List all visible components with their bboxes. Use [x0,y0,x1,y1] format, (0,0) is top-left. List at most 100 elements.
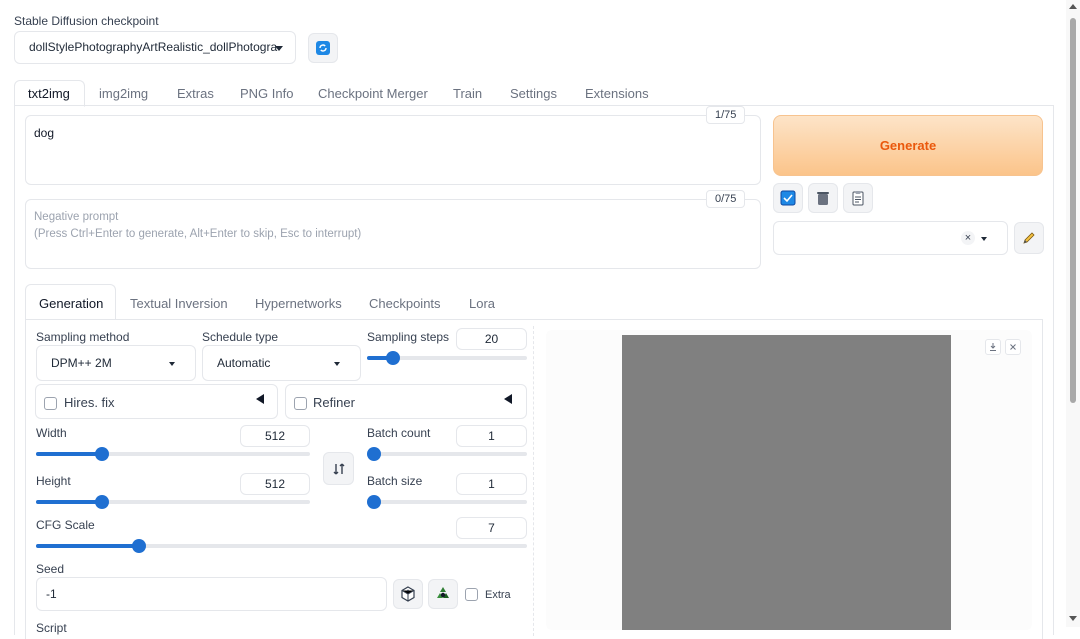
cfg-scale-slider[interactable] [36,539,527,553]
negative-prompt-input[interactable]: Negative prompt (Press Ctrl+Enter to gen… [25,199,761,269]
tab-txt2img-label: txt2img [28,86,70,101]
subtab-lora[interactable]: Lora [469,296,495,311]
batch-size-slider[interactable] [367,495,527,509]
reuse-seed-button[interactable] [428,579,458,609]
output-image[interactable] [622,335,951,630]
paste-button[interactable] [843,183,873,213]
slider-fill [36,500,102,504]
collapse-arrow-icon[interactable] [256,394,264,404]
chevron-down-icon [981,237,987,241]
negative-prompt-token-counter: 0/75 [706,190,746,208]
sampling-method-value: DPM++ 2M [51,356,112,370]
subtab-textual-inversion[interactable]: Textual Inversion [130,296,228,311]
main-tabbar: txt2img img2img Extras PNG Info Checkpoi… [14,80,1054,107]
prompt-token-counter: 1/75 [706,106,746,124]
edit-styles-button[interactable] [1014,222,1044,254]
height-slider[interactable] [36,495,310,509]
tab-settings[interactable]: Settings [510,86,557,101]
checkpoint-value: dollStylePhotographyArtRealistic_dollPho… [29,40,278,54]
batch-count-slider[interactable] [367,447,527,461]
close-gallery-button[interactable] [1005,339,1021,355]
refresh-icon [316,41,330,55]
extra-seed-label: Extra [485,589,511,601]
script-label: Script [36,621,67,635]
schedule-type-value: Automatic [217,356,271,370]
styles-dropdown[interactable]: × [773,221,1008,255]
collapse-arrow-icon[interactable] [504,394,512,404]
subtab-generation-label: Generation [39,296,104,311]
slider-handle[interactable] [132,539,147,553]
scrollbar-thumb[interactable] [1070,18,1076,403]
tab-extras[interactable]: Extras [177,86,214,101]
sampling-method-select[interactable]: DPM++ 2M [36,345,196,381]
chevron-down-icon [169,362,175,366]
tab-png-info[interactable]: PNG Info [240,86,293,101]
dice-icon [401,586,415,602]
sampling-method-label: Sampling method [36,330,130,344]
generate-button[interactable]: Generate [773,115,1043,176]
batch-size-label: Batch size [367,474,423,488]
pencil-icon [1023,232,1035,244]
clear-prompt-button[interactable] [808,183,838,213]
hires-fix-checkbox[interactable] [44,397,57,410]
subtab-hypernetworks[interactable]: Hypernetworks [255,296,342,311]
height-label: Height [36,474,71,488]
width-label: Width [36,426,67,440]
schedule-type-label: Schedule type [202,330,279,344]
slider-handle[interactable] [367,447,381,461]
seed-label: Seed [36,562,65,576]
sampling-steps-label: Sampling steps [367,330,450,344]
hires-fix-accordion[interactable]: Hires. fix [35,384,278,419]
prompt-input[interactable]: dog [25,115,761,185]
refresh-checkpoint-button[interactable] [308,33,338,63]
tab-img2img[interactable]: img2img [99,86,148,101]
generate-label: Generate [879,138,937,153]
scrollbar-track[interactable] [1066,0,1080,627]
tab-extensions[interactable]: Extensions [585,86,649,101]
slider-fill [36,452,102,456]
apply-styles-button[interactable] [773,183,803,213]
height-input[interactable]: 512 [240,473,310,495]
refiner-checkbox[interactable] [294,397,307,410]
tab-checkpoint-merger[interactable]: Checkpoint Merger [318,86,428,101]
cfg-scale-input[interactable]: 7 [456,517,527,539]
checkpoint-label: Stable Diffusion checkpoint [14,14,159,28]
recycle-icon [437,587,449,598]
width-slider[interactable] [36,447,310,461]
batch-count-input[interactable]: 1 [456,425,527,447]
checkpoint-select[interactable]: dollStylePhotographyArtRealistic_dollPho… [14,31,296,64]
batch-count-label: Batch count [367,426,431,440]
download-button[interactable] [985,339,1001,355]
chevron-down-icon [334,362,340,366]
schedule-type-select[interactable]: Automatic [202,345,361,381]
swap-dimensions-button[interactable] [323,452,354,485]
slider-fill [36,544,140,548]
batch-size-input[interactable]: 1 [456,473,527,495]
seed-input[interactable]: -1 [36,577,387,611]
sub-tabbar: Generation Textual Inversion Hypernetwor… [25,284,1043,320]
seed-value: -1 [46,587,57,601]
refiner-accordion[interactable]: Refiner [285,384,527,419]
random-seed-button[interactable] [393,579,423,609]
scrollbar-down-arrow[interactable] [1069,616,1077,621]
subtab-checkpoints[interactable]: Checkpoints [369,296,441,311]
swap-icon [333,463,344,474]
extra-seed-checkbox[interactable] [465,588,478,601]
refiner-label: Refiner [313,395,355,410]
negative-prompt-placeholder: Negative prompt (Press Ctrl+Enter to gen… [34,211,362,240]
checkbox-checked-icon [780,190,796,206]
width-input[interactable]: 512 [240,425,310,447]
sampling-steps-slider[interactable] [367,351,527,365]
slider-handle[interactable] [385,351,400,365]
cfg-scale-label: CFG Scale [36,518,95,532]
slider-handle[interactable] [367,495,381,509]
slider-handle[interactable] [94,447,109,461]
sampling-steps-input[interactable]: 20 [456,328,527,350]
scrollbar-up-arrow[interactable] [1069,4,1077,9]
slider-handle[interactable] [94,495,109,509]
download-icon [990,343,996,351]
clear-styles-icon[interactable]: × [961,231,975,245]
tab-train[interactable]: Train [453,86,482,101]
prompt-text: dog [34,126,55,140]
trash-icon [817,192,829,205]
